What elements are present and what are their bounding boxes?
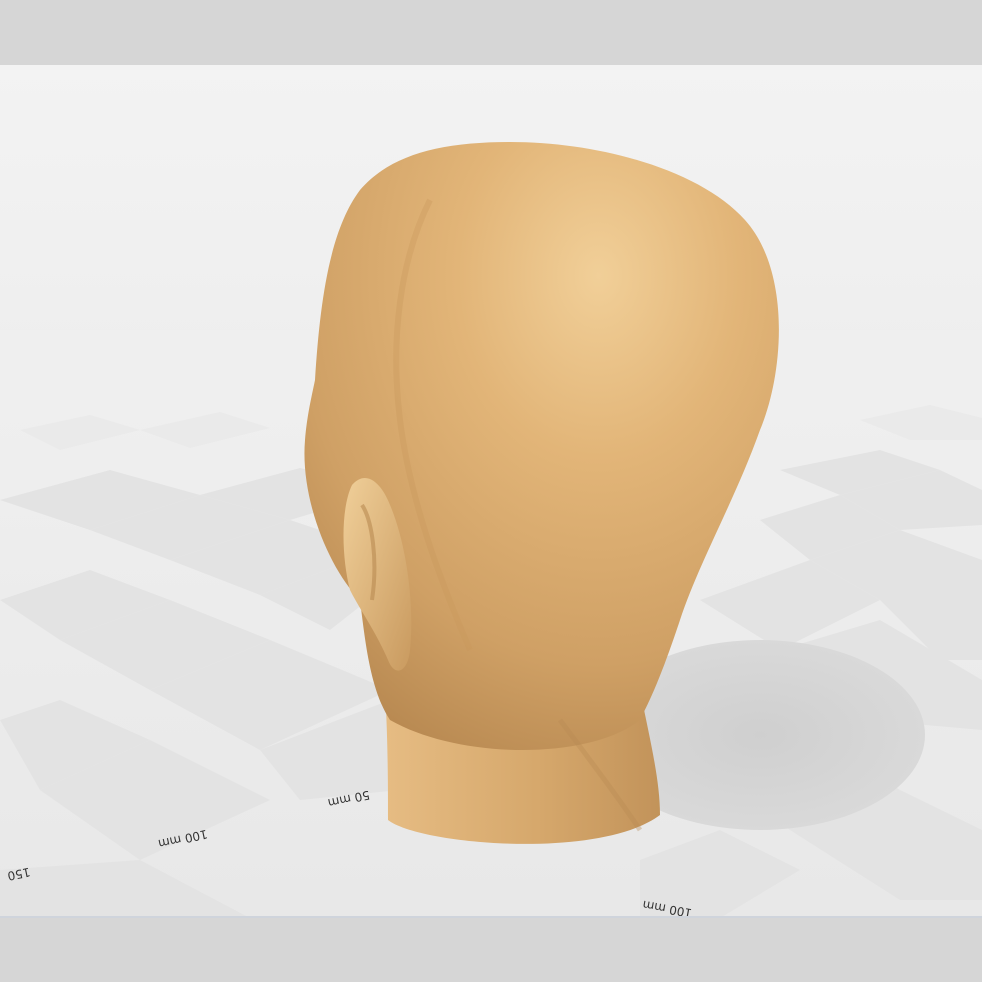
3d-viewport[interactable]: 50 mm 100 mm 150 100 mm: [0, 65, 982, 918]
top-toolbar: [0, 0, 982, 65]
bottom-status-bar: [0, 918, 982, 982]
viewport-scene: 50 mm 100 mm 150 100 mm: [0, 142, 982, 918]
